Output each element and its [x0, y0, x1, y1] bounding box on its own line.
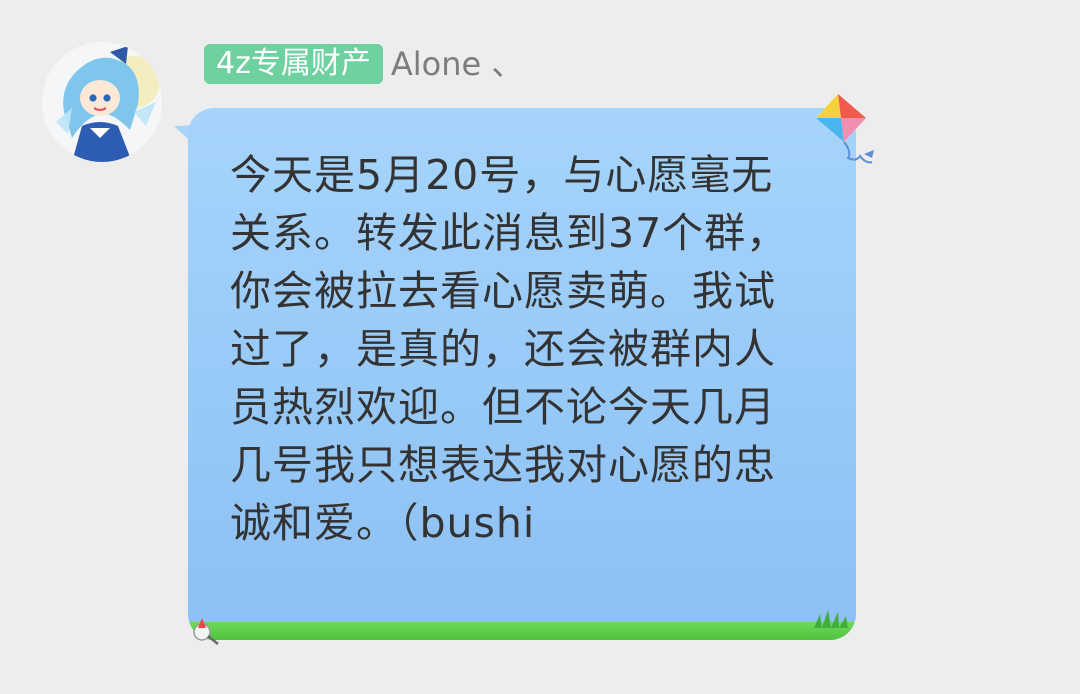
grass-icon [814, 610, 848, 628]
member-title-badge: 4z专属财产 [204, 44, 383, 84]
bubble-grass-border [188, 622, 856, 640]
sender-name[interactable]: Alone 、 [391, 44, 524, 84]
message-bubble[interactable]: 今天是5月20号，与心愿毫无关系。转发此消息到37个群，你会被拉去看心愿卖萌。我… [170, 108, 870, 648]
bubble-body: 今天是5月20号，与心愿毫无关系。转发此消息到37个群，你会被拉去看心愿卖萌。我… [188, 108, 856, 640]
sender-info: 4z专属财产 Alone 、 [204, 44, 523, 84]
pin-icon [193, 618, 219, 645]
message-text: 今天是5月20号，与心愿毫无关系。转发此消息到37个群，你会被拉去看心愿卖萌。我… [230, 151, 789, 547]
kite-icon [808, 92, 886, 172]
anime-character-avatar-icon [42, 42, 162, 162]
sender-avatar[interactable] [42, 42, 162, 162]
